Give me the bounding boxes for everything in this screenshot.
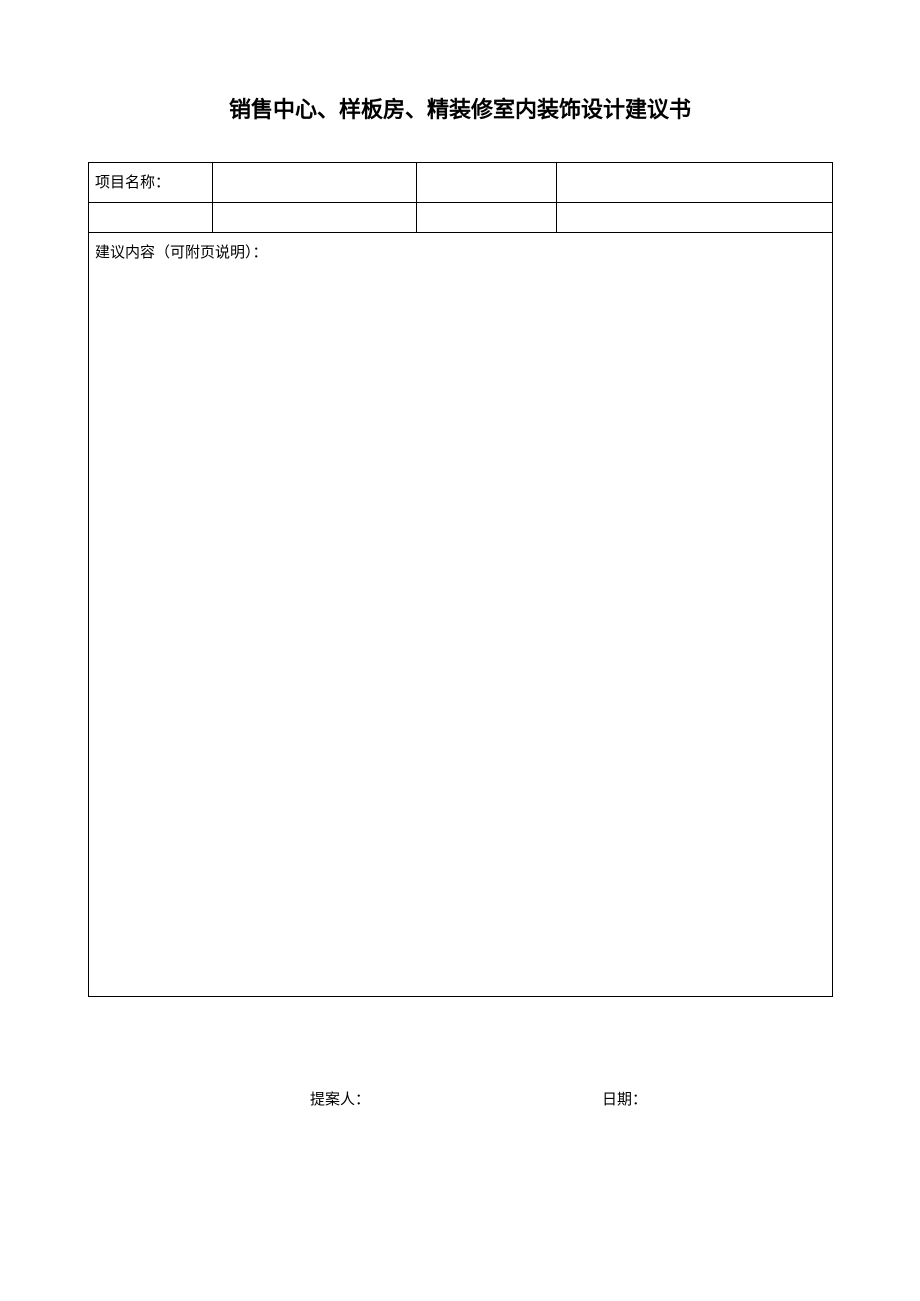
cell-r1-c3[interactable] [417,163,557,203]
cell-r2-c3[interactable] [417,203,557,233]
date-label: 日期： [602,1088,647,1109]
page-title: 销售中心、样板房、精装修室内装饰设计建议书 [0,0,920,162]
content-cell[interactable]: 建议内容（可附页说明）： [89,233,833,997]
table-row: 建议内容（可附页说明）： [89,233,833,997]
content-label: 建议内容（可附页说明）： [95,245,268,261]
footer-row: 提案人： 日期： [0,1088,920,1109]
project-name-label-cell: 项目名称： [89,163,213,203]
cell-r2-c4[interactable] [557,203,833,233]
table-row [89,203,833,233]
project-name-value-cell[interactable] [213,163,417,203]
cell-r1-c4[interactable] [557,163,833,203]
table-row: 项目名称： [89,163,833,203]
cell-r2-c2[interactable] [213,203,417,233]
cell-r2-c1[interactable] [89,203,213,233]
proposer-label: 提案人： [310,1088,370,1109]
form-table: 项目名称： 建议内容（可附页说明）： [88,162,833,997]
